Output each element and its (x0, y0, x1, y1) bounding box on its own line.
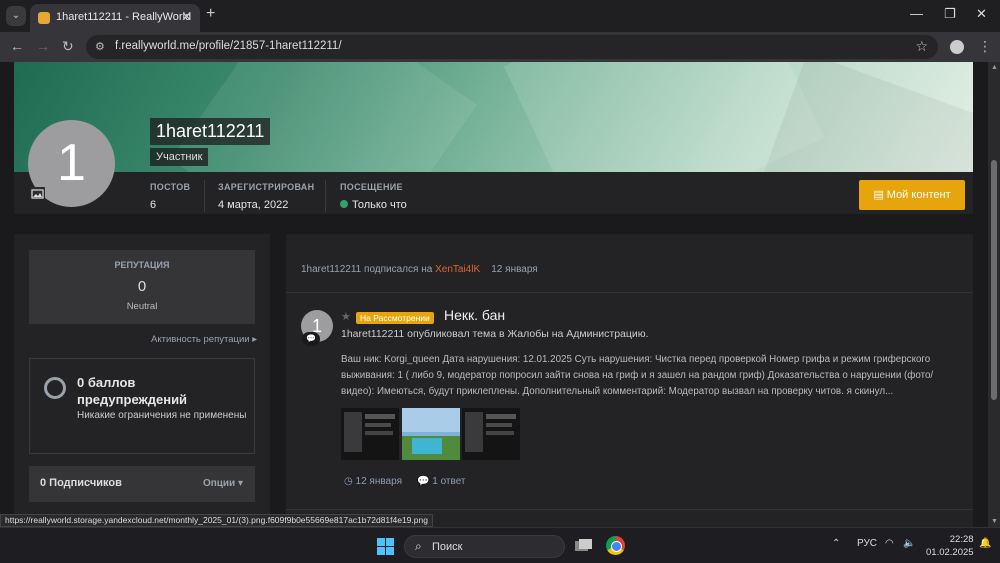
forward-icon[interactable]: → (36, 38, 50, 54)
follow-activity: 1haret112211 подписался на XenTai4lK 12 … (301, 264, 538, 275)
back-icon[interactable]: ← (10, 38, 24, 54)
profile-group: Участник (150, 148, 209, 166)
link-status-bubble: https://reallyworld.storage.yandexcloud.… (0, 514, 433, 527)
notification-bell-icon[interactable]: 🔔 (979, 538, 991, 549)
warnings-box: 0 баллов предупреждений Никакие ограниче… (29, 358, 255, 454)
site-favicon-icon (38, 12, 50, 24)
reload-icon[interactable]: ↻ (62, 38, 74, 55)
post-date[interactable]: ◷ 12 января (344, 476, 402, 487)
tab-title: 1haret112211 - ReallyWorld (56, 11, 192, 23)
site-info-icon[interactable]: ⚙ (95, 40, 109, 54)
post-snippet: Ваш ник: Korgi_queen Дата нарушения: 12.… (341, 354, 934, 397)
content-icon: ▤ (873, 189, 884, 201)
followers-options-button[interactable]: Опции ▾ (203, 478, 243, 489)
warning-circle-icon (44, 377, 66, 399)
page-content: 1 1haret112211 Участник ПОСТОВ 6 ЗАРЕГИС… (0, 62, 988, 527)
activity-feed: 1haret112211 подписался на XenTai4lK 12 … (286, 234, 973, 527)
new-tab-button[interactable]: + (206, 5, 215, 23)
task-view-icon[interactable] (574, 537, 594, 555)
menu-dots-icon[interactable]: ⋮ (978, 38, 992, 55)
status-badge: На Рассмотрении (356, 312, 434, 324)
stat-posts: ПОСТОВ 6 (150, 182, 191, 211)
stat-last-visit: ПОСЕЩЕНИЕ Только что (340, 182, 407, 211)
attachment-thumbnail[interactable] (341, 408, 399, 460)
followers-box: 0 Подписчиков Опции ▾ (29, 466, 255, 502)
page-scrollbar[interactable]: ▲ ▼ (988, 62, 1000, 527)
post-replies[interactable]: 💬 1 ответ (417, 476, 466, 487)
search-icon: ⌕ (415, 539, 422, 553)
address-toolbar: ← → ↻ ⚙ f.reallyworld.me/profile/21857-1… (0, 32, 1000, 62)
language-indicator[interactable]: РУС (857, 538, 877, 549)
star-icon: ★ (341, 311, 351, 323)
my-content-button[interactable]: ▤ Мой контент (859, 180, 965, 210)
taskbar: ⌕ Поиск ⌃ РУС ◠ 🔈 22:28 01.02.2025 🔔 (0, 527, 1000, 563)
browser-tab[interactable]: 1haret112211 - ReallyWorld ✕ (30, 4, 200, 32)
minimize-icon[interactable]: — (910, 6, 923, 21)
comment-icon: 💬 (417, 476, 430, 487)
reputation-box: РЕПУТАЦИЯ 0 Neutral (29, 250, 255, 324)
profile-sidebar: РЕПУТАЦИЯ 0 Neutral Активность репутации… (14, 234, 270, 527)
tab-strip: ⌄ 1haret112211 - ReallyWorld ✕ + — ❐ ✕ (0, 0, 1000, 32)
post-meta: 1haret112211 опубликовал тема в Жалобы н… (341, 328, 649, 340)
tray-overflow-icon[interactable]: ⌃ (832, 538, 840, 549)
window-close-icon[interactable]: ✕ (976, 6, 987, 22)
taskbar-search[interactable]: ⌕ Поиск (404, 535, 565, 558)
url-text: f.reallyworld.me/profile/21857-1haret112… (115, 40, 342, 52)
attachment-thumbnail[interactable] (462, 408, 520, 460)
start-button[interactable] (377, 538, 394, 555)
bookmark-star-icon[interactable]: ☆ (915, 38, 928, 55)
topic-badge-icon: 💬 (302, 332, 320, 346)
stat-joined: ЗАРЕГИСТРИРОВАН 4 марта, 2022 (218, 182, 315, 211)
profile-username: 1haret112211 (150, 118, 271, 145)
clock[interactable]: 22:28 01.02.2025 (926, 533, 974, 559)
volume-icon[interactable]: 🔈 (903, 538, 915, 549)
close-tab-icon[interactable]: ✕ (181, 9, 192, 25)
maximize-icon[interactable]: ❐ (944, 6, 956, 22)
wifi-icon[interactable]: ◠ (885, 538, 894, 549)
chrome-icon[interactable] (606, 536, 625, 555)
online-status-icon (340, 200, 348, 208)
tab-search-button[interactable]: ⌄ (6, 6, 26, 26)
attachment-thumbnail[interactable] (402, 408, 460, 460)
clock-icon: ◷ (344, 476, 353, 487)
reputation-activity-link[interactable]: Активность репутации ▸ (151, 334, 257, 345)
extension-icon[interactable] (950, 40, 964, 54)
address-field[interactable]: ⚙ f.reallyworld.me/profile/21857-1haret1… (86, 35, 938, 59)
post-title-link[interactable]: Некк. бан (444, 307, 505, 323)
cover-photo-icon[interactable] (30, 187, 45, 199)
